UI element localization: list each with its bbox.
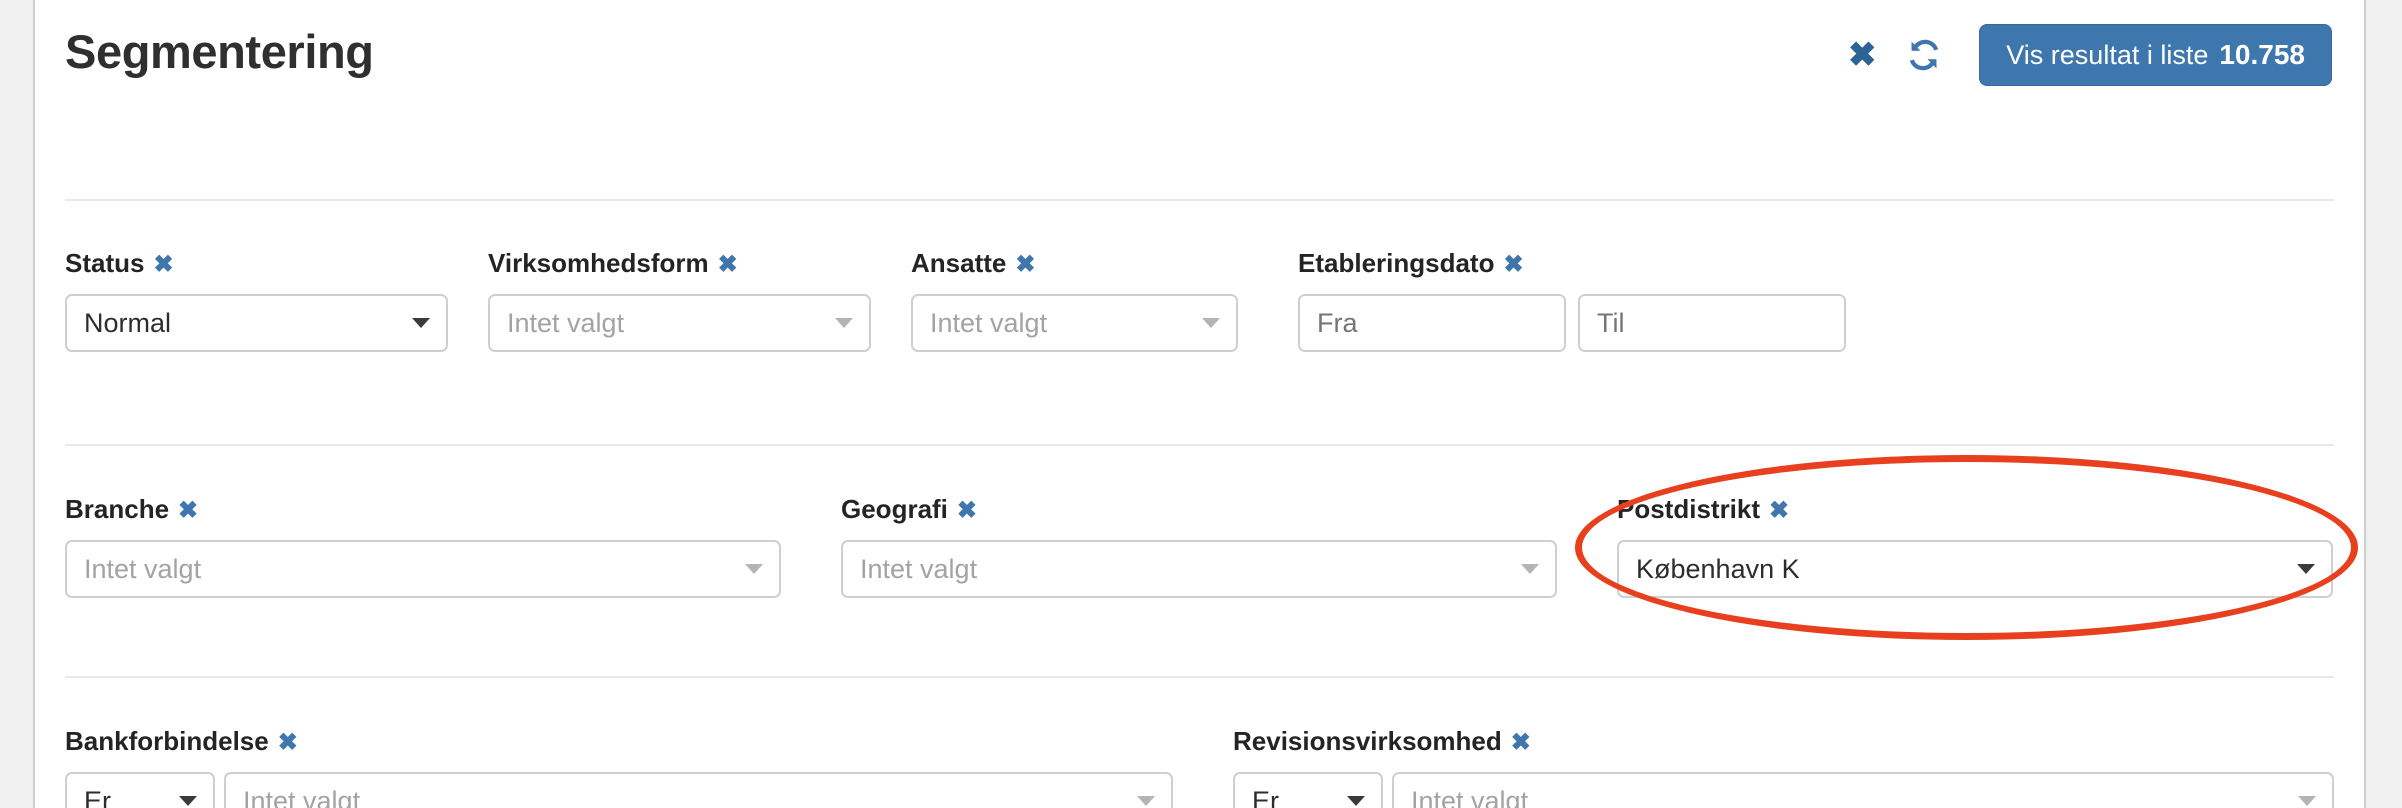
date-to-input[interactable]: [1580, 296, 1844, 350]
close-x-icon: ✖: [1848, 36, 1877, 74]
geografi-field: Geografi ✖ Intet valgt: [841, 494, 1557, 676]
status-field: Status ✖ Normal: [65, 248, 448, 444]
panel-header: Segmentering ✖ Vis resultat i liste 10.7…: [35, 0, 2364, 199]
postdistrikt-select-value: København K: [1636, 553, 1800, 584]
filter-row-1: Status ✖ Normal Virksomhedsform ✖ Intet …: [35, 201, 2364, 444]
virksomhedsform-label: Virksomhedsform ✖: [488, 248, 871, 279]
postdistrikt-field: Postdistrikt ✖ København K: [1617, 494, 2333, 676]
result-button-label: Vis resultat i liste: [2006, 39, 2209, 70]
revisionsvirksomhed-remove-icon[interactable]: ✖: [1511, 728, 1531, 757]
geografi-select[interactable]: Intet valgt: [841, 540, 1557, 598]
ansatte-label: Ansatte ✖: [911, 248, 1238, 279]
ansatte-field: Ansatte ✖ Intet valgt: [911, 248, 1238, 444]
geografi-label-text: Geografi: [841, 494, 948, 524]
status-select[interactable]: Normal: [65, 294, 448, 352]
chevron-down-icon: [1137, 796, 1155, 806]
chevron-down-icon: [412, 318, 430, 328]
ansatte-select-value: Intet valgt: [930, 307, 1048, 338]
bankforbindelse-label: Bankforbindelse ✖: [65, 726, 1173, 757]
bankforbindelse-operator-select[interactable]: Er: [65, 772, 215, 808]
chevron-down-icon: [835, 318, 853, 328]
bankforbindelse-remove-icon[interactable]: ✖: [278, 728, 298, 757]
revisionsvirksomhed-label: Revisionsvirksomhed ✖: [1233, 726, 2334, 757]
branche-select-value: Intet valgt: [84, 553, 202, 584]
postdistrikt-label: Postdistrikt ✖: [1617, 494, 2333, 525]
virksomhedsform-remove-icon[interactable]: ✖: [718, 250, 738, 279]
chevron-down-icon: [1347, 796, 1365, 806]
date-from-group: [1298, 294, 1566, 352]
filter-row-3: Bankforbindelse ✖ Er Intet valgt Revisio…: [35, 678, 2364, 808]
ansatte-label-text: Ansatte: [911, 248, 1007, 278]
revisionsvirksomhed-field: Revisionsvirksomhed ✖ Er Intet valgt: [1233, 726, 2334, 808]
geografi-remove-icon[interactable]: ✖: [957, 496, 977, 525]
revisionsvirksomhed-operator-select[interactable]: Er: [1233, 772, 1383, 808]
chevron-down-icon: [745, 564, 763, 574]
chevron-down-icon: [1521, 564, 1539, 574]
branche-label-text: Branche: [65, 494, 170, 524]
virksomhedsform-select-value: Intet valgt: [507, 307, 625, 338]
page-title: Segmentering: [65, 25, 374, 78]
etableringsdato-remove-icon[interactable]: ✖: [1503, 250, 1523, 279]
revisionsvirksomhed-value-select[interactable]: Intet valgt: [1392, 772, 2334, 808]
app-window: Segmentering ✖ Vis resultat i liste 10.7…: [0, 0, 2402, 808]
status-label-text: Status: [65, 248, 145, 278]
show-result-list-button[interactable]: Vis resultat i liste 10.758: [1979, 24, 2332, 86]
refresh-button[interactable]: [1893, 24, 1955, 86]
chevron-down-icon: [1202, 318, 1220, 328]
refresh-sync-icon: [1910, 39, 1939, 71]
branche-remove-icon[interactable]: ✖: [178, 496, 198, 525]
bankforbindelse-value-select[interactable]: Intet valgt: [224, 772, 1173, 808]
ansatte-select[interactable]: Intet valgt: [911, 294, 1238, 352]
bankforbindelse-controls: Er Intet valgt: [65, 772, 1173, 808]
segmentation-panel: Segmentering ✖ Vis resultat i liste 10.7…: [33, 0, 2366, 808]
chevron-down-icon: [179, 796, 197, 806]
date-from-input[interactable]: [1300, 296, 1564, 350]
chevron-down-icon: [2297, 564, 2315, 574]
bankforbindelse-operator-value: Er: [84, 785, 111, 808]
result-count: 10.758: [2219, 39, 2305, 70]
status-select-value: Normal: [84, 307, 172, 338]
etableringsdato-inputs: [1298, 294, 1995, 352]
revisionsvirksomhed-operator-value: Er: [1252, 785, 1279, 808]
branche-field: Branche ✖ Intet valgt: [65, 494, 781, 676]
geografi-label: Geografi ✖: [841, 494, 1557, 525]
etableringsdato-label-text: Etableringsdato: [1298, 248, 1495, 278]
revisionsvirksomhed-value: Intet valgt: [1411, 785, 1529, 808]
bankforbindelse-field: Bankforbindelse ✖ Er Intet valgt: [65, 726, 1173, 808]
virksomhedsform-field: Virksomhedsform ✖ Intet valgt: [488, 248, 871, 444]
etableringsdato-label: Etableringsdato ✖: [1298, 248, 1995, 279]
etableringsdato-field: Etableringsdato ✖: [1298, 248, 1995, 444]
status-remove-icon[interactable]: ✖: [153, 250, 173, 279]
virksomhedsform-label-text: Virksomhedsform: [488, 248, 709, 278]
ansatte-remove-icon[interactable]: ✖: [1015, 250, 1035, 279]
postdistrikt-label-text: Postdistrikt: [1617, 494, 1761, 524]
branche-select[interactable]: Intet valgt: [65, 540, 781, 598]
status-label: Status ✖: [65, 248, 448, 279]
chevron-down-icon: [2298, 796, 2316, 806]
date-to-group: [1578, 294, 1846, 352]
geografi-select-value: Intet valgt: [860, 553, 978, 584]
header-actions: ✖ Vis resultat i liste 10.758: [1831, 24, 2332, 86]
close-button[interactable]: ✖: [1831, 24, 1893, 86]
bankforbindelse-value: Intet valgt: [243, 785, 361, 808]
postdistrikt-select[interactable]: København K: [1617, 540, 2333, 598]
filter-row-2: Branche ✖ Intet valgt Geografi ✖ Intet v…: [35, 446, 2364, 676]
postdistrikt-remove-icon[interactable]: ✖: [1769, 496, 1789, 525]
branche-label: Branche ✖: [65, 494, 781, 525]
virksomhedsform-select[interactable]: Intet valgt: [488, 294, 871, 352]
bankforbindelse-label-text: Bankforbindelse: [65, 726, 269, 756]
revisionsvirksomhed-controls: Er Intet valgt: [1233, 772, 2334, 808]
revisionsvirksomhed-label-text: Revisionsvirksomhed: [1233, 726, 1502, 756]
